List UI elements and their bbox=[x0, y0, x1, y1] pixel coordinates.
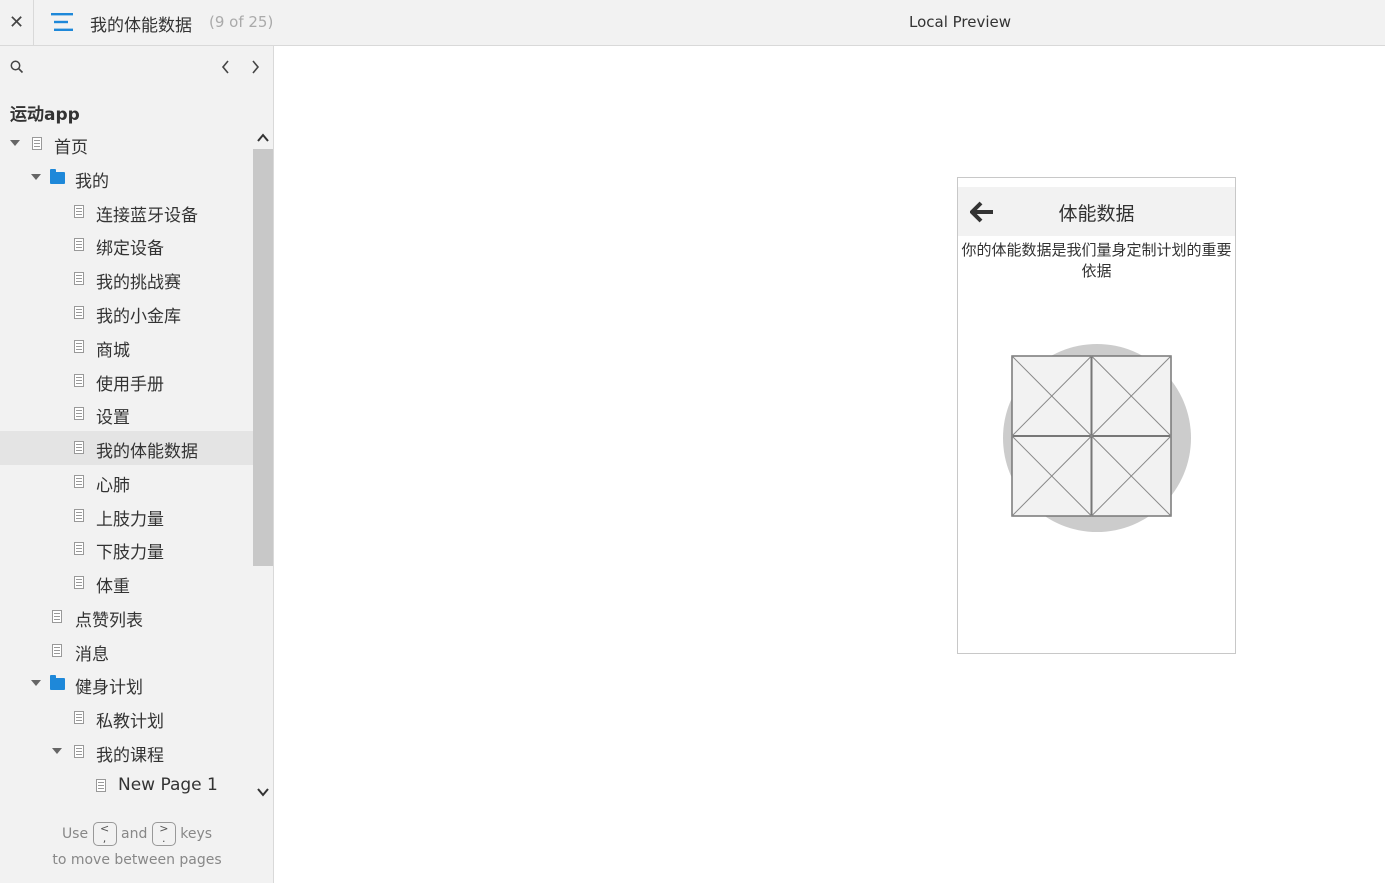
sitemap-sidebar: 运动app 首页 我的 连接蓝牙设备 绑定设备 我的挑战赛 我的小金库 商城 使… bbox=[0, 46, 274, 883]
page-count: (9 of 25) bbox=[209, 13, 274, 31]
page-icon bbox=[74, 475, 84, 488]
tree-item-label: 商城 bbox=[96, 341, 130, 361]
tree-folder-mine[interactable]: 我的 bbox=[0, 161, 253, 195]
page-icon bbox=[74, 205, 84, 218]
tree-item[interactable]: 私教计划 bbox=[0, 701, 253, 735]
chevron-down-icon[interactable] bbox=[257, 787, 269, 797]
tree-item[interactable]: 消息 bbox=[0, 634, 253, 668]
tree-item-label: 绑定设备 bbox=[96, 239, 164, 259]
tree-item[interactable]: 我的小金库 bbox=[0, 296, 253, 330]
keyboard-hint: Use <, and >. keys to move between pages bbox=[0, 821, 274, 873]
prototype-artboard: 体能数据 你的体能数据是我们量身定制计划的重要依据 bbox=[957, 177, 1236, 654]
tree-scrollbar[interactable] bbox=[253, 127, 273, 805]
tree-item[interactable]: 绑定设备 bbox=[0, 228, 253, 262]
close-icon: ✕ bbox=[8, 12, 25, 33]
tree-item-label: New Page 1 bbox=[118, 775, 218, 795]
tree-item-label: 健身计划 bbox=[75, 678, 143, 698]
artboard-description: 你的体能数据是我们量身定制计划的重要依据 bbox=[961, 241, 1232, 280]
tree-item-label: 首页 bbox=[54, 138, 88, 158]
scrollbar-thumb[interactable] bbox=[253, 149, 273, 566]
next-key-icon: >. bbox=[151, 822, 176, 846]
tree-item[interactable]: 我的挑战赛 bbox=[0, 262, 253, 296]
tree-item[interactable]: 商城 bbox=[0, 330, 253, 364]
tree-item[interactable]: 心肺 bbox=[0, 465, 253, 499]
tree-item-label: 体重 bbox=[96, 577, 130, 597]
page-icon bbox=[74, 711, 84, 724]
page-icon bbox=[74, 441, 84, 454]
chevron-left-icon bbox=[221, 60, 229, 74]
sitemap-menu-icon[interactable] bbox=[51, 12, 73, 32]
image-placeholder-icon bbox=[1011, 355, 1172, 517]
prev-key-icon: <, bbox=[92, 822, 117, 846]
next-page-button[interactable] bbox=[246, 57, 264, 77]
tree-item[interactable]: 点赞列表 bbox=[0, 600, 253, 634]
tree-item[interactable]: 设置 bbox=[0, 397, 253, 431]
page-icon bbox=[74, 509, 84, 522]
preview-label: Local Preview bbox=[909, 13, 1012, 31]
page-icon bbox=[74, 374, 84, 387]
expand-arrow-icon[interactable] bbox=[31, 680, 41, 686]
tree-item-label: 下肢力量 bbox=[96, 543, 164, 563]
tree-folder-fitness-plan[interactable]: 健身计划 bbox=[0, 667, 253, 701]
tree-item-label: 消息 bbox=[75, 645, 109, 665]
page-icon bbox=[96, 779, 106, 792]
tree-item-label: 心肺 bbox=[96, 476, 130, 496]
page-icon bbox=[74, 306, 84, 319]
page-icon bbox=[32, 137, 42, 150]
hint-text: to move between pages bbox=[52, 852, 222, 868]
tree-item[interactable]: 上肢力量 bbox=[0, 499, 253, 533]
tree-item-label: 我的课程 bbox=[96, 746, 164, 766]
tree-item-label: 点赞列表 bbox=[75, 611, 143, 631]
hint-text: Use bbox=[61, 826, 89, 842]
project-title: 运动app bbox=[10, 105, 80, 125]
tree-item-label: 我的 bbox=[75, 172, 109, 192]
tree-item[interactable]: 连接蓝牙设备 bbox=[0, 195, 253, 229]
top-bar: ✕ 我的体能数据 (9 of 25) Local Preview bbox=[0, 0, 1385, 46]
tree-item-label: 我的体能数据 bbox=[96, 442, 198, 462]
page-tree: 首页 我的 连接蓝牙设备 绑定设备 我的挑战赛 我的小金库 商城 使用手册 设置… bbox=[0, 127, 253, 805]
page-icon bbox=[74, 745, 84, 758]
page-icon bbox=[74, 272, 84, 285]
chevron-up-icon[interactable] bbox=[257, 133, 269, 143]
tree-item[interactable]: 体重 bbox=[0, 566, 253, 600]
tree-item-home[interactable]: 首页 bbox=[0, 127, 253, 161]
previous-page-button[interactable] bbox=[217, 57, 235, 77]
artboard-title: 体能数据 bbox=[1058, 203, 1135, 225]
artboard-header: 体能数据 bbox=[958, 187, 1235, 236]
expand-arrow-icon[interactable] bbox=[10, 140, 20, 146]
tree-item[interactable]: 下肢力量 bbox=[0, 532, 253, 566]
hint-text: and bbox=[121, 826, 148, 842]
tree-item[interactable]: 使用手册 bbox=[0, 364, 253, 398]
folder-icon bbox=[50, 675, 65, 690]
page-title: 我的体能数据 bbox=[90, 16, 192, 36]
folder-icon bbox=[50, 169, 65, 184]
tree-item-label: 私教计划 bbox=[96, 712, 164, 732]
hint-text: keys bbox=[180, 826, 213, 842]
expand-arrow-icon[interactable] bbox=[52, 748, 62, 754]
page-icon bbox=[74, 407, 84, 420]
chevron-right-icon bbox=[252, 60, 260, 74]
page-icon bbox=[74, 576, 84, 589]
tree-item-label: 连接蓝牙设备 bbox=[96, 206, 198, 226]
close-button[interactable]: ✕ bbox=[0, 0, 34, 45]
page-icon bbox=[74, 542, 84, 555]
tree-item-label: 我的挑战赛 bbox=[96, 273, 181, 293]
search-icon[interactable] bbox=[10, 60, 24, 74]
tree-item-label: 上肢力量 bbox=[96, 510, 164, 530]
page-icon bbox=[52, 644, 62, 657]
tree-item-label: 设置 bbox=[96, 408, 130, 428]
tree-item-my-courses[interactable]: 我的课程 bbox=[0, 735, 253, 769]
tree-item-label: 使用手册 bbox=[96, 375, 164, 395]
page-icon bbox=[74, 238, 84, 251]
page-icon bbox=[52, 610, 62, 623]
expand-arrow-icon[interactable] bbox=[31, 174, 41, 180]
tree-item[interactable]: New Page 1 bbox=[0, 769, 253, 803]
tree-item-label: 我的小金库 bbox=[96, 307, 181, 327]
tree-item-selected[interactable]: 我的体能数据 bbox=[0, 431, 253, 465]
page-icon bbox=[74, 340, 84, 353]
